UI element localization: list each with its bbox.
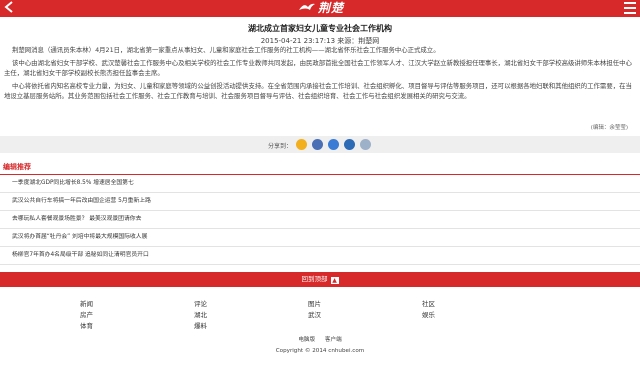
share-bar: 分享到： — [0, 136, 640, 153]
tencent-weibo-icon[interactable] — [328, 139, 339, 150]
article-paragraph: 该中心由湖北省妇女干部学校、武汉楚馨社会工作服务中心及相关学校的社会工作专业教师… — [4, 59, 632, 77]
up-arrow-icon: ▲ — [330, 277, 339, 284]
footer-link-photo[interactable]: 图片 — [308, 298, 321, 308]
footer-link-ent[interactable]: 娱乐 — [422, 309, 435, 319]
copyright: Copyright © 2014 cnhubei.com — [275, 348, 365, 354]
list-item[interactable]: 去哪玩私人套餐观景场胜景？ 最美汉观景团请你去 — [0, 211, 640, 229]
back-arrow-icon[interactable] — [4, 1, 18, 15]
article-editor: (编辑：余莹莹) — [590, 125, 628, 131]
article-paragraph: 荆楚网消息（通讯员朱本林）4月21日，湖北省第一家重点从事妇女、儿童和家庭社会工… — [12, 46, 440, 54]
weibo-icon[interactable] — [312, 139, 323, 150]
recommend-header: 编辑推荐 — [0, 158, 640, 175]
menu-icon[interactable] — [624, 2, 636, 14]
article-paragraph: 中心将依托省内知名高校专业力量，为妇女、儿童和家庭等领域的公益创投活动提供支持。… — [4, 82, 632, 100]
list-item[interactable]: 一季度湖北GDP同比增长8.5% 增速居全国第七 — [0, 175, 640, 193]
desktop-version-link[interactable]: 电脑版 — [298, 337, 315, 343]
qzone-icon[interactable] — [296, 139, 307, 150]
site-logo[interactable]: 荆楚 — [298, 1, 344, 16]
footer-link-comment[interactable]: 评论 — [194, 298, 207, 308]
list-item[interactable]: 武汉公共自行车将搞一年后改由国企运营 5月重新上路 — [0, 193, 640, 211]
article-body: 荆楚网消息（通讯员朱本林）4月21日，湖北省第一家重点从事妇女、儿童和家庭社会工… — [4, 45, 632, 104]
share-label: 分享到： — [268, 143, 293, 150]
back-to-top-button[interactable]: 回到顶部 ▲ — [0, 272, 640, 287]
footer-link-house[interactable]: 房产 — [80, 309, 93, 319]
more-icon[interactable] — [360, 139, 371, 150]
list-item[interactable]: 武汉将办首届“牡丹会” 刘培中将最大规模国际收人展 — [0, 229, 640, 247]
list-item[interactable]: 杨柳官7年首办4名局级干部 追秘如同让清明官员开口 — [0, 247, 640, 265]
recommend-heading: 编辑推荐 — [3, 163, 31, 171]
footer-link-hubei[interactable]: 湖北 — [194, 309, 207, 319]
footer-link-tips[interactable]: 爆料 — [194, 320, 207, 330]
article-title: 湖北成立首家妇女儿童专业社会工作机构 — [248, 24, 392, 33]
footer-links: 电脑版 客户端 — [0, 335, 640, 343]
top-bar: 荆楚 — [0, 0, 640, 17]
article-source: 来源：荆楚网 — [337, 37, 380, 45]
article-date: 2015-04-21 23:17:13 — [260, 37, 336, 45]
footer-link-sports[interactable]: 体育 — [80, 320, 93, 330]
recommend-list: 一季度湖北GDP同比增长8.5% 增速居全国第七 武汉公共自行车将搞一年后改由国… — [0, 175, 640, 265]
renren-icon[interactable] — [344, 139, 355, 150]
client-app-link[interactable]: 客户端 — [325, 337, 342, 343]
footer-link-community[interactable]: 社区 — [422, 298, 435, 308]
footer-link-wuhan[interactable]: 武汉 — [308, 309, 321, 319]
footer-link-news[interactable]: 新闻 — [80, 298, 93, 308]
logo-bird-icon — [299, 3, 315, 10]
back-to-top-label: 回到顶部 — [301, 275, 328, 283]
footer-nav: 新闻 评论 图片 社区 房产 湖北 武汉 娱乐 体育 爆料 — [0, 298, 640, 331]
logo-text: 荆楚 — [318, 1, 345, 15]
